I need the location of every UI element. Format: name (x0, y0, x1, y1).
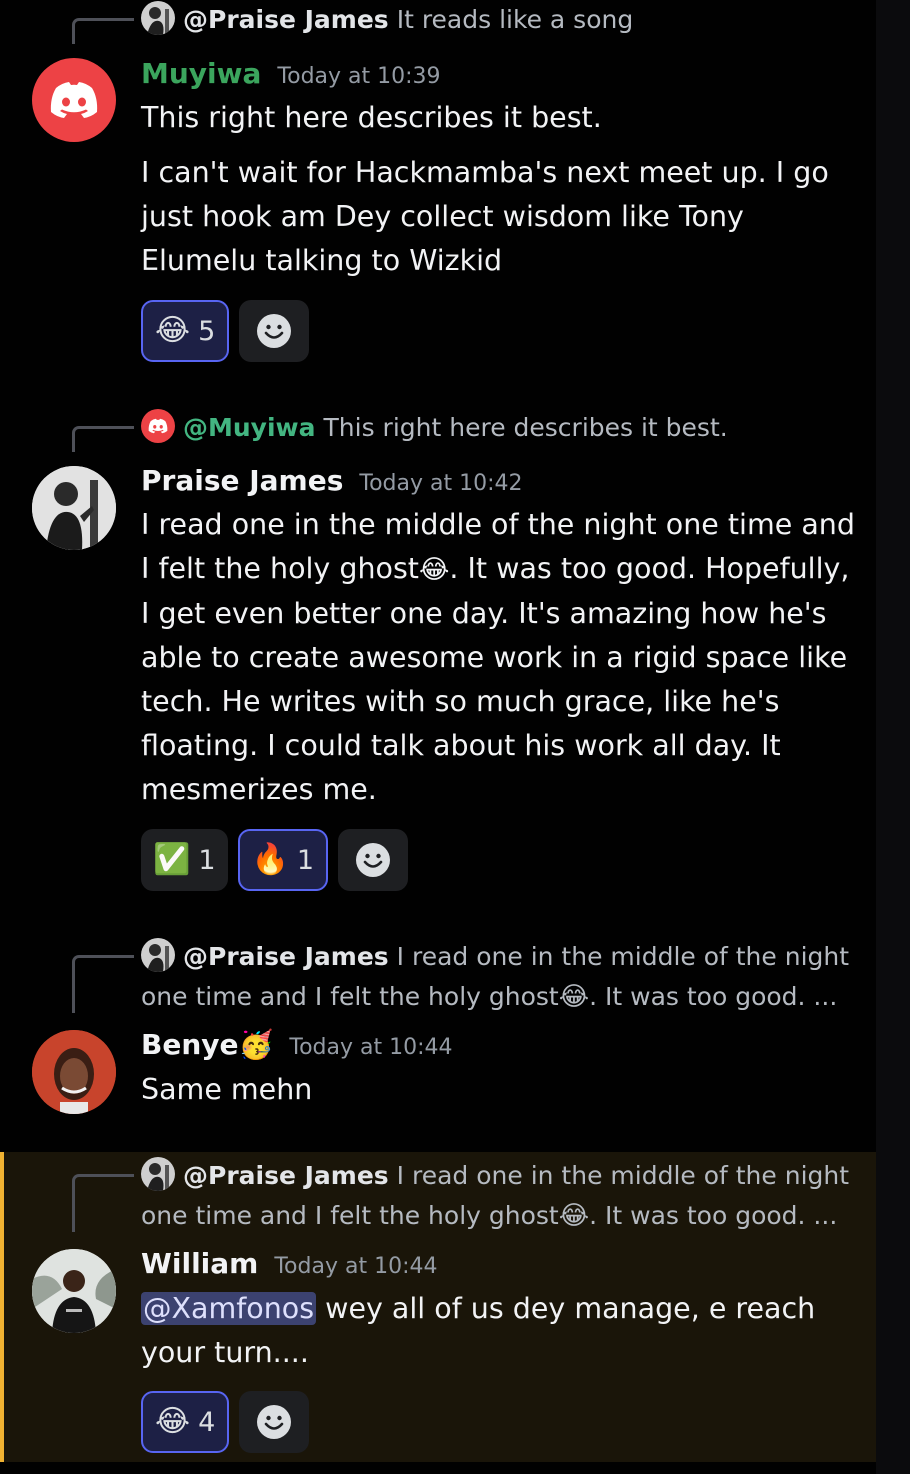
reaction-count: 5 (198, 315, 216, 347)
reaction-count: 4 (198, 1406, 216, 1438)
smiley-icon (356, 843, 391, 877)
reply-text: . It was too good. ... (589, 982, 838, 1011)
smiley-icon (257, 314, 292, 348)
reaction-count: 1 (198, 844, 216, 876)
reaction-joy[interactable]: 😂 5 (141, 300, 230, 362)
message-header: Praise James Today at 10:42 (141, 461, 523, 501)
author-name[interactable]: Muyiwa (141, 57, 261, 90)
reply-connector (72, 955, 134, 1013)
message-header: Benye🥳 Today at 10:44 (141, 1025, 453, 1065)
message-content: I can't wait for Hackmamba's next meet u… (141, 156, 829, 277)
praise-james-avatar[interactable] (32, 466, 116, 550)
timestamp[interactable]: Today at 10:42 (359, 471, 522, 496)
message-header: William Today at 10:44 (141, 1244, 437, 1284)
author-name[interactable]: Praise James (141, 464, 343, 497)
reply-connector (72, 18, 134, 44)
praise-mini-avatar (141, 1, 175, 35)
timestamp[interactable]: Today at 10:39 (277, 64, 440, 89)
add-reaction-button[interactable] (338, 829, 409, 891)
reply-connector (72, 426, 134, 452)
reply-author[interactable]: @Praise James (183, 5, 389, 34)
reply-text: This right here describes it best. (323, 413, 728, 442)
reaction-bar: 😂 4 (141, 1391, 310, 1453)
message-content: @Xamfonos wey all of us dey manage, e re… (141, 1287, 861, 1375)
joy-emoji: 😂 (155, 313, 191, 348)
message-content: Same mehn (141, 1073, 313, 1106)
reply-preview[interactable]: @Praise James It reads like a song (141, 0, 846, 40)
joy-emoji: 😂 (418, 555, 450, 585)
reply-preview[interactable]: @Praise James I read one in the middle o… (141, 937, 851, 1017)
praise-mini-avatar (141, 938, 175, 972)
reply-connector (72, 1174, 134, 1232)
reaction-fire[interactable]: 🔥 1 (237, 829, 329, 891)
chat-message-list: @Praise James It reads like a song Muyiwa… (0, 0, 876, 1474)
joy-emoji: 😂 (155, 1404, 191, 1439)
add-reaction-button[interactable] (239, 300, 310, 362)
reaction-bar: ✅ 1 🔥 1 (141, 829, 409, 891)
message-header: Muyiwa Today at 10:39 (141, 54, 441, 94)
author-name[interactable]: Benye (141, 1028, 239, 1061)
check-mark-emoji: ✅ (153, 842, 191, 877)
reaction-joy[interactable]: 😂 4 (141, 1391, 230, 1453)
user-mention[interactable]: @Xamfonos (141, 1292, 317, 1325)
reply-author[interactable]: @Praise James (183, 942, 389, 971)
partying-face-emoji: 🥳 (238, 1028, 274, 1061)
muyiwa-mini-avatar (141, 409, 175, 443)
timestamp[interactable]: Today at 10:44 (289, 1035, 452, 1060)
reply-text: . It was too good. ... (589, 1201, 838, 1230)
reply-author[interactable]: @Muyiwa (183, 413, 316, 442)
timestamp[interactable]: Today at 10:44 (274, 1254, 437, 1279)
benye-avatar[interactable] (32, 1030, 116, 1114)
reaction-count: 1 (296, 844, 315, 876)
add-reaction-button[interactable] (239, 1391, 310, 1453)
reply-preview[interactable]: @Muyiwa This right here describes it best… (141, 408, 846, 448)
reaction-check[interactable]: ✅ 1 (141, 829, 228, 891)
praise-mini-avatar (141, 1157, 175, 1191)
fire-emoji: 🔥 (251, 842, 289, 877)
joy-emoji: 😂 (558, 1201, 590, 1231)
muyiwa-avatar[interactable] (32, 58, 116, 142)
author-name[interactable]: William (141, 1247, 258, 1280)
message-content: I read one in the middle of the night on… (141, 508, 855, 806)
reaction-bar: 😂 5 (141, 300, 310, 362)
scroll-gutter (876, 0, 910, 1474)
smiley-icon (257, 1405, 292, 1439)
reply-author[interactable]: @Praise James (183, 1161, 389, 1190)
discord-logo-icon (50, 82, 98, 118)
reply-text: It reads like a song (396, 5, 634, 34)
joy-emoji: 😂 (558, 982, 590, 1012)
reply-preview[interactable]: @Praise James I read one in the middle o… (141, 1156, 851, 1236)
william-avatar[interactable] (32, 1249, 116, 1333)
message-content: This right here describes it best. (141, 101, 602, 134)
